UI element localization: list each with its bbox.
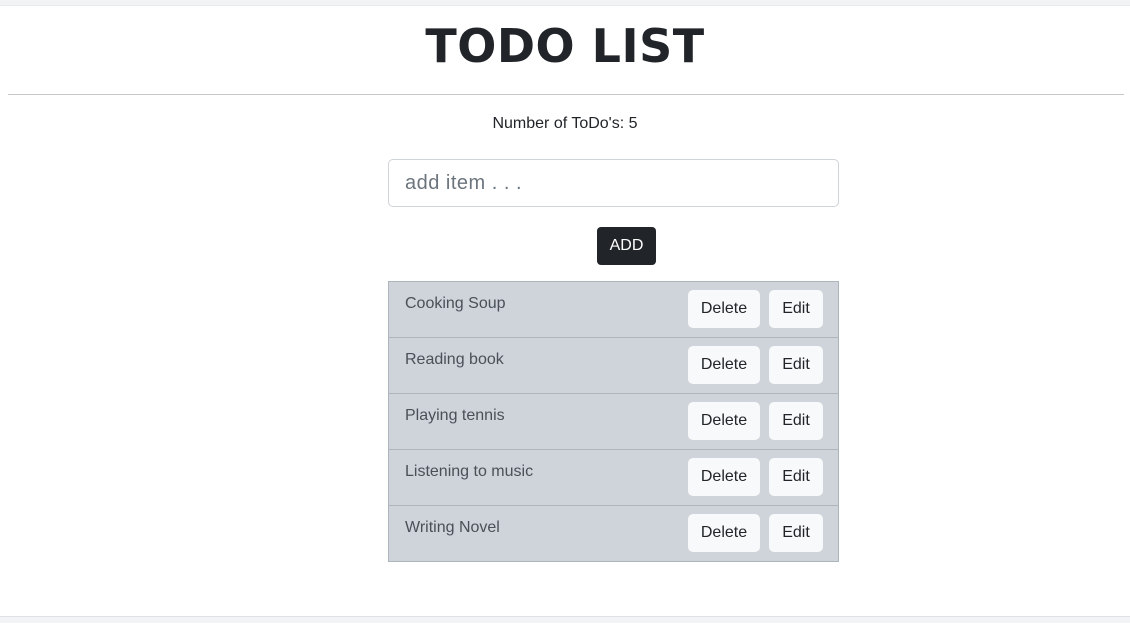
- edit-button[interactable]: Edit: [769, 514, 823, 552]
- delete-button[interactable]: Delete: [688, 458, 760, 496]
- edit-button[interactable]: Edit: [769, 402, 823, 440]
- todo-item-text: Playing tennis: [405, 407, 505, 424]
- header-divider: [8, 94, 1124, 95]
- todo-item-text: Cooking Soup: [405, 295, 506, 312]
- add-item-input[interactable]: [388, 159, 839, 207]
- todo-item-text: Listening to music: [405, 463, 534, 480]
- todo-item: Cooking Soup Delete Edit: [389, 282, 838, 338]
- add-item-form: [388, 159, 839, 207]
- edit-button[interactable]: Edit: [769, 458, 823, 496]
- delete-button[interactable]: Delete: [688, 514, 760, 552]
- page-title: TODO LIST: [425, 19, 705, 73]
- todo-item: Playing tennis Delete Edit: [389, 394, 838, 450]
- todo-item: Reading book Delete Edit: [389, 338, 838, 394]
- edit-button[interactable]: Edit: [769, 346, 823, 384]
- edit-button[interactable]: Edit: [769, 290, 823, 328]
- todo-item-text: Writing Novel: [405, 519, 500, 536]
- delete-button[interactable]: Delete: [688, 346, 760, 384]
- todo-item-text: Reading book: [405, 351, 504, 368]
- todo-item: Writing Novel Delete Edit: [389, 506, 838, 562]
- top-strip: [0, 0, 1130, 6]
- todo-count: Number of ToDo's: 5: [492, 115, 638, 132]
- delete-button[interactable]: Delete: [688, 290, 760, 328]
- delete-button[interactable]: Delete: [688, 402, 760, 440]
- add-button[interactable]: ADD: [597, 227, 656, 265]
- todo-item: Listening to music Delete Edit: [389, 450, 838, 506]
- todo-list: Cooking Soup Delete Edit Reading book De…: [388, 281, 839, 562]
